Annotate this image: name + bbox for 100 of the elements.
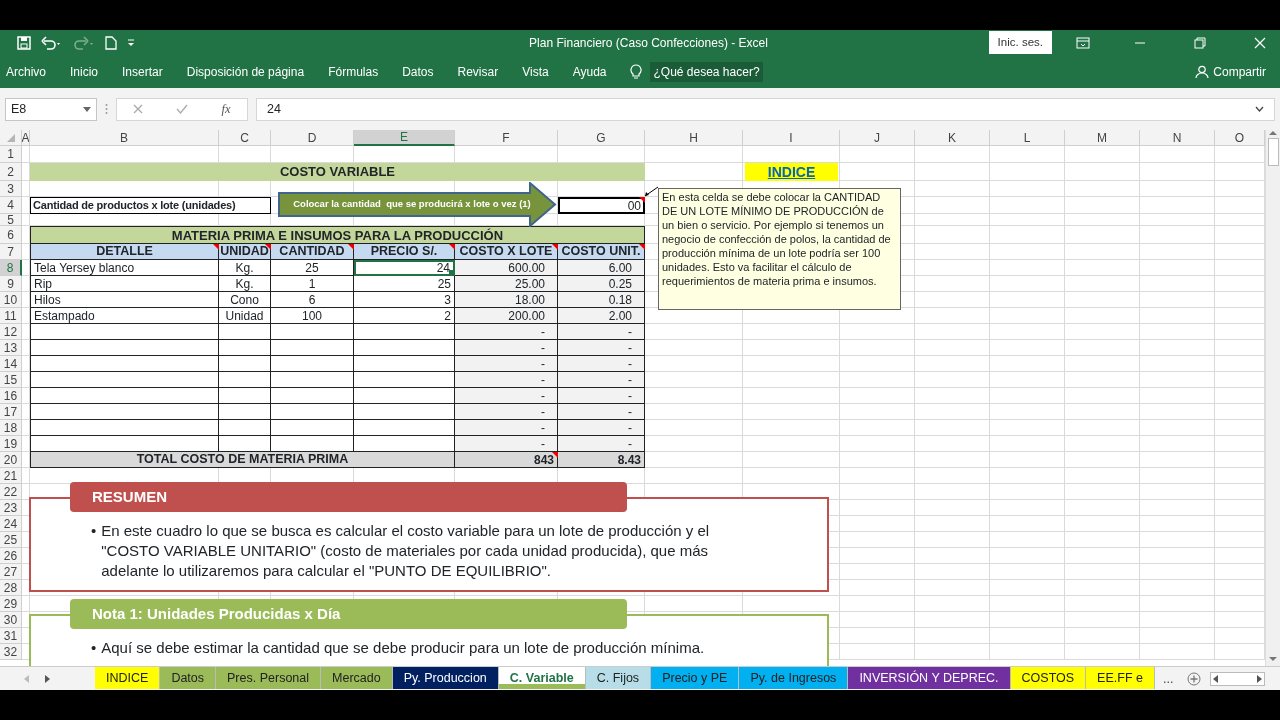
- column-header[interactable]: C: [219, 130, 271, 146]
- table-cell[interactable]: 24: [354, 260, 455, 276]
- table-cell[interactable]: [219, 324, 271, 340]
- row-header[interactable]: 27: [0, 564, 22, 580]
- table-cell[interactable]: [271, 324, 354, 340]
- table-cell[interactable]: Rip: [30, 276, 219, 292]
- ribbon-display-icon[interactable]: [1076, 36, 1090, 49]
- column-header[interactable]: G: [558, 130, 645, 146]
- more-sheets-button[interactable]: ...: [1154, 667, 1182, 690]
- column-header[interactable]: M: [1065, 130, 1140, 146]
- formula-input[interactable]: 24: [256, 97, 1275, 121]
- expand-caret-icon[interactable]: [1255, 106, 1264, 112]
- column-header[interactable]: H: [645, 130, 743, 146]
- table-cell[interactable]: [30, 340, 219, 356]
- sheet-tab[interactable]: INDICE: [95, 667, 161, 689]
- scroll-down-icon[interactable]: [1269, 656, 1277, 662]
- vertical-scrollbar[interactable]: [1265, 130, 1280, 666]
- insert-function-button[interactable]: fx: [221, 102, 231, 116]
- table-cell[interactable]: -: [558, 372, 645, 388]
- column-header[interactable]: O: [1215, 130, 1265, 146]
- row-header[interactable]: 2: [0, 163, 22, 181]
- row-header[interactable]: 31: [0, 628, 22, 644]
- index-link[interactable]: INDICE: [745, 163, 838, 181]
- column-header[interactable]: N: [1140, 130, 1215, 146]
- row-header[interactable]: 16: [0, 388, 22, 404]
- column-header[interactable]: B: [30, 130, 219, 146]
- table-cell[interactable]: [30, 324, 219, 340]
- table-cell[interactable]: [354, 324, 455, 340]
- sheet-tab[interactable]: Precio y PE: [651, 667, 740, 689]
- column-header[interactable]: D: [271, 130, 354, 146]
- table-cell[interactable]: -: [455, 356, 558, 372]
- table-cell[interactable]: [30, 420, 219, 436]
- row-header[interactable]: 25: [0, 532, 22, 548]
- column-header[interactable]: I: [743, 130, 840, 146]
- table-cell[interactable]: -: [558, 436, 645, 452]
- row-header[interactable]: 9: [0, 276, 22, 292]
- table-cell[interactable]: 2.00: [558, 308, 645, 324]
- table-cell[interactable]: [30, 436, 219, 452]
- table-cell[interactable]: -: [558, 420, 645, 436]
- table-cell[interactable]: [271, 388, 354, 404]
- ribbon-tab[interactable]: Datos: [402, 62, 434, 81]
- table-cell[interactable]: [30, 372, 219, 388]
- row-header[interactable]: 24: [0, 516, 22, 532]
- column-header[interactable]: F: [455, 130, 558, 146]
- add-sheet-icon[interactable]: [1187, 671, 1202, 686]
- table-cell[interactable]: [219, 356, 271, 372]
- next-sheet-icon[interactable]: [45, 674, 50, 683]
- row-header[interactable]: 5: [0, 214, 22, 226]
- table-cell[interactable]: Kg.: [219, 276, 271, 292]
- row-header[interactable]: 10: [0, 292, 22, 308]
- person-icon[interactable]: [1195, 64, 1210, 79]
- column-header[interactable]: K: [915, 130, 990, 146]
- column-header[interactable]: J: [840, 130, 915, 146]
- sheet-tab[interactable]: Py. Produccion: [392, 667, 499, 689]
- column-header[interactable]: E: [354, 130, 455, 146]
- table-cell[interactable]: [271, 340, 354, 356]
- scroll-left-icon[interactable]: [1213, 674, 1218, 683]
- row-header[interactable]: 30: [0, 612, 22, 628]
- sign-in-button[interactable]: Inic. ses.: [988, 30, 1052, 55]
- row-header[interactable]: 7: [0, 244, 22, 260]
- row-header[interactable]: 20: [0, 452, 22, 468]
- scrollbar-thumb[interactable]: [1267, 138, 1279, 166]
- sheet-tab[interactable]: C. Fijos: [585, 667, 652, 689]
- close-icon[interactable]: [1254, 36, 1266, 49]
- share-button[interactable]: Compartir: [1213, 62, 1266, 81]
- row-header[interactable]: 3: [0, 181, 22, 197]
- ribbon-tab[interactable]: Vista: [522, 62, 549, 81]
- customize-caret-icon[interactable]: [127, 37, 135, 48]
- table-cell[interactable]: 6.00: [558, 260, 645, 276]
- table-cell[interactable]: 25: [354, 276, 455, 292]
- table-cell[interactable]: [354, 436, 455, 452]
- table-cell[interactable]: 3: [354, 292, 455, 308]
- row-header[interactable]: 4: [0, 197, 22, 214]
- row-header[interactable]: 15: [0, 372, 22, 388]
- column-header[interactable]: L: [990, 130, 1065, 146]
- sheet-tab[interactable]: Py. de Ingresos: [739, 667, 849, 689]
- table-cell[interactable]: 0.18: [558, 292, 645, 308]
- row-header[interactable]: 12: [0, 324, 22, 340]
- sheet-tab[interactable]: Datos: [160, 667, 217, 689]
- table-cell[interactable]: Hilos: [30, 292, 219, 308]
- table-cell[interactable]: 25.00: [455, 276, 558, 292]
- table-cell[interactable]: 18.00: [455, 292, 558, 308]
- table-cell[interactable]: 6: [271, 292, 354, 308]
- table-cell[interactable]: -: [558, 356, 645, 372]
- table-cell[interactable]: 1: [271, 276, 354, 292]
- row-header[interactable]: 22: [0, 484, 22, 500]
- sheet-tab[interactable]: Mercado: [321, 667, 393, 689]
- new-document-icon[interactable]: [105, 35, 117, 50]
- sheet-tab[interactable]: COSTOS: [1010, 667, 1087, 689]
- table-cell[interactable]: [271, 404, 354, 420]
- table-cell[interactable]: [354, 340, 455, 356]
- quantity-cell[interactable]: 00: [558, 197, 645, 214]
- table-cell[interactable]: -: [455, 324, 558, 340]
- row-header[interactable]: 6: [0, 226, 22, 244]
- table-cell[interactable]: Tela Yersey blanco: [30, 260, 219, 276]
- row-header[interactable]: 13: [0, 340, 22, 356]
- table-cell[interactable]: [30, 356, 219, 372]
- ribbon-tab[interactable]: Archivo: [6, 62, 46, 81]
- table-cell[interactable]: 2: [354, 308, 455, 324]
- ribbon-tab[interactable]: Revisar: [457, 62, 499, 81]
